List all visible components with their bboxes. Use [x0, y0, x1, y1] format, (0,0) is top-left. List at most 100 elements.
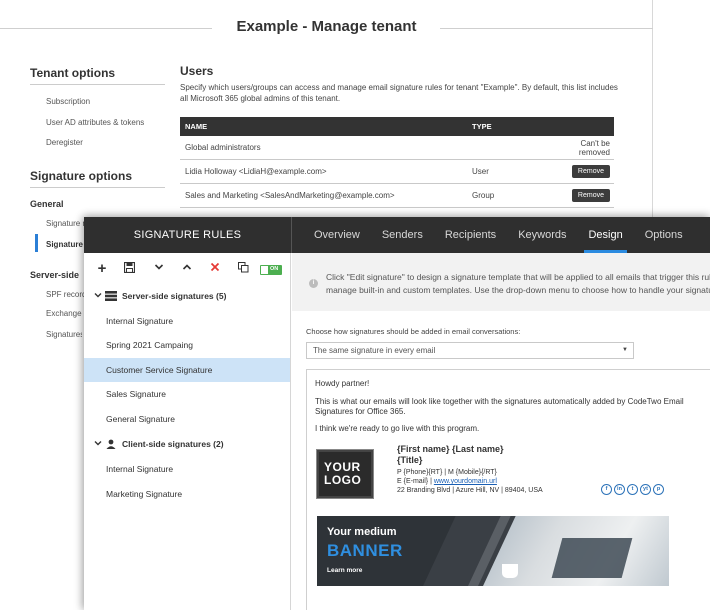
save-icon[interactable]: [122, 261, 136, 276]
preview-greeting: Howdy partner!: [315, 379, 370, 388]
signature-preview: Howdy partner! This is what our emails w…: [306, 369, 710, 610]
rules-list-pane: + ON Server-side signatures (5) Internal…: [84, 253, 291, 610]
choose-signature-label: Choose how signatures should be added in…: [306, 327, 521, 336]
server-side-group[interactable]: Server-side signatures (5): [94, 288, 226, 304]
toggle-knob: [261, 266, 268, 274]
pinterest-icon[interactable]: p: [653, 484, 664, 495]
rule-item-customer-service-signature[interactable]: Customer Service Signature: [84, 358, 290, 382]
users-description: Specify which users/groups can access an…: [180, 83, 618, 103]
move-down-icon[interactable]: [152, 262, 166, 276]
facebook-icon[interactable]: f: [601, 484, 612, 495]
sig-email-line: E {E-mail} | www.yourdomain.url: [397, 478, 497, 485]
user-icon: [104, 439, 118, 449]
type-column-header[interactable]: TYPE: [472, 122, 562, 131]
server-side-heading: Server-side: [30, 270, 80, 280]
company-logo: YOUR LOGO: [317, 450, 373, 498]
user-name: Global administrators: [185, 143, 261, 152]
rules-toolbar: + ON: [84, 253, 291, 286]
delete-icon[interactable]: [208, 262, 222, 276]
subscription-link[interactable]: Subscription: [46, 97, 90, 106]
client-side-group-label: Client-side signatures (2): [122, 439, 224, 449]
signature-rules-link[interactable]: Signature r: [46, 219, 85, 228]
info-icon: i: [309, 279, 318, 288]
remove-button[interactable]: Remove: [571, 189, 610, 202]
rule-item-general-signature[interactable]: General Signature: [84, 407, 290, 431]
preview-body: Signatures for Office 365.: [315, 407, 406, 416]
signature-options-heading: Signature options: [30, 169, 132, 183]
tab-senders[interactable]: Senders: [382, 217, 423, 253]
tab-keywords[interactable]: Keywords: [518, 217, 566, 253]
deregister-link[interactable]: Deregister: [46, 138, 83, 147]
exchange-link[interactable]: Exchange O: [46, 309, 82, 318]
signature-banner[interactable]: Your medium BANNER Learn more: [317, 516, 669, 586]
user-name: Sales and Marketing <SalesAndMarketing@e…: [185, 191, 395, 200]
linkedin-icon[interactable]: in: [614, 484, 625, 495]
banner-cup: [502, 564, 518, 578]
add-icon[interactable]: +: [95, 261, 109, 276]
sig-url-link[interactable]: www.yourdomain.url: [434, 478, 497, 485]
divider: [291, 217, 292, 253]
chevron-down-icon[interactable]: [94, 291, 104, 301]
signature-rules-title: SIGNATURE RULES: [133, 229, 242, 241]
screenshot-stage: Example - Manage tenant Tenant options S…: [0, 0, 710, 610]
info-text: Click "Edit signature" to design a signa…: [326, 271, 710, 297]
rule-item-sales-signature[interactable]: Sales Signature: [84, 382, 290, 406]
twitter-icon[interactable]: t: [627, 484, 638, 495]
banner-learn-more[interactable]: Learn more: [327, 567, 362, 574]
name-column-header[interactable]: NAME: [180, 122, 472, 131]
tab-design[interactable]: Design: [584, 217, 628, 253]
copy-icon[interactable]: [236, 262, 250, 276]
toggle-label: ON: [270, 266, 279, 272]
banner-title: BANNER: [327, 541, 403, 560]
caret-down-icon: ▼: [622, 347, 628, 353]
tab-options[interactable]: Options: [645, 217, 683, 253]
chevron-down-icon[interactable]: [94, 439, 104, 449]
remove-button[interactable]: Remove: [571, 165, 610, 178]
rule-item-marketing-signature[interactable]: Marketing Signature: [84, 482, 290, 506]
tab-recipients[interactable]: Recipients: [445, 217, 496, 253]
sig-title: {Title}: [397, 455, 423, 465]
table-header: NAME TYPE: [180, 117, 614, 136]
user-ad-attributes-link[interactable]: User AD attributes & tokens: [46, 118, 144, 127]
server-icon: [104, 291, 118, 301]
user-type: User: [472, 167, 489, 176]
signature-mode-value: The same signature in every email: [313, 346, 436, 355]
signature-mode-select[interactable]: The same signature in every email ▼: [306, 342, 634, 359]
client-side-group[interactable]: Client-side signatures (2): [94, 436, 224, 452]
signature-link-active[interactable]: Signature: [46, 240, 83, 249]
preview-closing: I think we're ready to go live with this…: [315, 424, 480, 433]
sig-email: E {E-mail} |: [397, 478, 434, 485]
table-row: Sales and Marketing <SalesAndMarketing@e…: [180, 184, 614, 208]
sig-address: 22 Branding Blvd | Azure Hill, NV | 8940…: [397, 487, 543, 494]
youtube-icon[interactable]: yt: [640, 484, 651, 495]
info-box: i Click "Edit signature" to design a sig…: [292, 253, 710, 311]
signature-card: YOUR LOGO {First name} {Last name} {Titl…: [317, 444, 687, 504]
tab-bar: Overview Senders Recipients Keywords Des…: [314, 217, 705, 253]
rule-item-spring-campaign[interactable]: Spring 2021 Campaing: [84, 333, 290, 357]
tenant-options-heading: Tenant options: [30, 66, 116, 80]
sig-name: {First name} {Last name}: [397, 444, 504, 454]
signatures-link[interactable]: Signatures: [46, 330, 82, 339]
design-pane: i Click "Edit signature" to design a sig…: [292, 253, 710, 610]
cant-remove-text: Can't be removed: [578, 138, 610, 157]
spf-record-link[interactable]: SPF record: [46, 290, 86, 299]
general-heading: General: [30, 199, 64, 209]
signature-rules-window: SIGNATURE RULES Overview Senders Recipie…: [84, 217, 710, 610]
preview-body: This is what our emails will look like t…: [315, 397, 684, 406]
move-up-icon[interactable]: [180, 262, 194, 276]
logo-text: LOGO: [324, 473, 362, 487]
rule-enabled-toggle[interactable]: ON: [260, 265, 282, 275]
rule-item-client-internal-signature[interactable]: Internal Signature: [84, 457, 290, 481]
user-name: Lidia Holloway <LidiaH@example.com>: [185, 167, 327, 176]
info-text-line: Click "Edit signature" to design a signa…: [326, 272, 710, 282]
rule-item-internal-signature[interactable]: Internal Signature: [84, 309, 290, 333]
banner-heading: Your medium: [327, 526, 397, 538]
users-heading: Users: [180, 64, 214, 78]
divider: [30, 84, 165, 85]
tab-overview[interactable]: Overview: [314, 217, 360, 253]
active-indicator: [35, 234, 38, 252]
banner-laptop: [551, 538, 633, 578]
info-text-line: manage built-in and custom templates. Us…: [326, 285, 710, 295]
divider: [30, 187, 165, 188]
page-title: Example - Manage tenant: [236, 18, 417, 35]
